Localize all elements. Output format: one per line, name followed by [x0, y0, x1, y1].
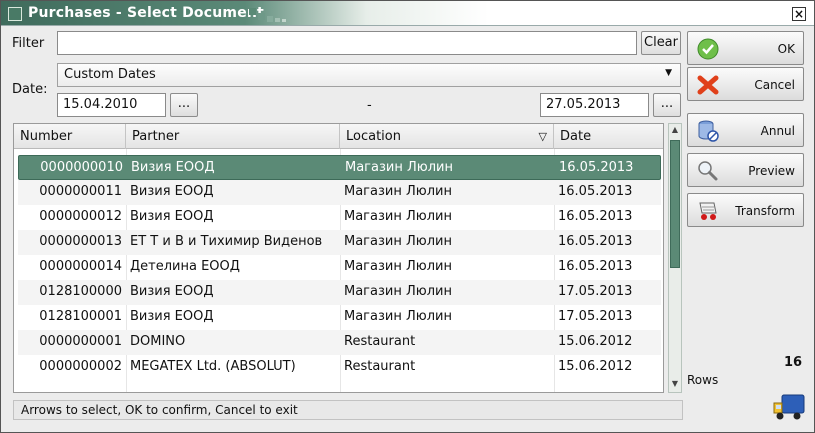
date-mode-select[interactable]: Custom Dates ▼	[57, 63, 681, 87]
cell-number: 0000000010	[40, 160, 123, 175]
cell-date: 16.05.2013	[558, 234, 633, 249]
preview-button[interactable]: Preview	[687, 153, 804, 187]
cell-partner: DOMINO	[130, 334, 186, 349]
table-row[interactable]: 0128100001 Визия ЕООД Магазин Люлин 17.05.2…	[18, 305, 661, 330]
cell-date: 16.05.2013	[558, 184, 633, 199]
cell-location: Магазин Люлин	[345, 160, 453, 175]
column-header-date[interactable]: Date	[554, 124, 663, 149]
documents-table[interactable]: Number Partner Location ▽ Date 000000001…	[13, 123, 664, 393]
cell-number: 0000000001	[39, 334, 122, 349]
table-row[interactable]: 0000000001 DOMINO Restaurant 15.06.2012	[18, 330, 661, 355]
cell-location: Магазин Люлин	[344, 284, 452, 299]
cell-number: 0000000013	[39, 234, 122, 249]
status-bar: Arrows to select, OK to confirm, Cancel …	[13, 400, 683, 420]
title-decoration	[249, 8, 287, 22]
scroll-up-icon[interactable]: ▲	[669, 125, 681, 137]
cell-partner: MEGATEX Ltd. (ABSOLUT)	[130, 359, 296, 374]
cell-number: 0000000011	[39, 184, 122, 199]
date-to-browse-button[interactable]: ...	[653, 93, 681, 117]
table-row[interactable]: 0000000010 Визия ЕООД Магазин Люлин 16.05.2…	[18, 155, 661, 180]
annul-label: Annul	[760, 124, 795, 138]
scroll-down-icon[interactable]: ▼	[669, 379, 681, 391]
table-row[interactable]: 0000000013 ЕТ Т и В и Тихимир Виденов Мага…	[18, 230, 661, 255]
date-separator: -	[367, 98, 372, 113]
cancel-label: Cancel	[754, 78, 795, 92]
cell-partner: Визия ЕООД	[131, 160, 215, 175]
cell-location: Магазин Люлин	[344, 309, 452, 324]
cell-date: 17.05.2013	[558, 284, 633, 299]
cell-date: 16.05.2013	[558, 259, 633, 274]
table-row[interactable]: 0000000014 Детелина ЕООД Магазин Люлин 16.0…	[18, 255, 661, 280]
window-title: Purchases - Select Document	[28, 5, 264, 21]
close-button[interactable]: ×	[792, 7, 806, 21]
table-row[interactable]: 0000000002 MEGATEX Ltd. (ABSOLUT) Restaura…	[18, 355, 661, 380]
cell-date: 15.06.2012	[558, 334, 633, 349]
cell-partner: ЕТ Т и В и Тихимир Виденов	[130, 234, 323, 249]
preview-label: Preview	[748, 164, 795, 178]
cell-number: 0128100000	[39, 284, 122, 299]
cell-date: 16.05.2013	[559, 160, 634, 175]
cross-icon	[697, 75, 719, 95]
column-header-number[interactable]: Number	[14, 124, 126, 149]
date-from-browse-button[interactable]: ...	[170, 93, 198, 117]
date-to-field[interactable]: 27.05.2013	[540, 93, 649, 117]
cell-location: Магазин Люлин	[344, 259, 452, 274]
transform-label: Transform	[735, 204, 795, 218]
cell-partner: Визия ЕООД	[130, 284, 214, 299]
checkmark-icon	[697, 38, 719, 60]
ok-button[interactable]: OK	[687, 31, 804, 65]
cell-number: 0000000012	[39, 209, 122, 224]
cell-number: 0128100001	[39, 309, 122, 324]
cancel-button[interactable]: Cancel	[687, 67, 804, 101]
window-icon	[8, 7, 22, 21]
cell-location: Restaurant	[344, 334, 416, 349]
table-scrollbar[interactable]: ▲ ▼	[668, 123, 682, 393]
date-label: Date:	[12, 82, 48, 97]
column-header-location-label: Location	[346, 129, 401, 144]
table-row[interactable]: 0000000011 Визия ЕООД Магазин Люлин 16.05.2…	[18, 180, 661, 205]
cell-location: Магазин Люлин	[344, 234, 452, 249]
sort-descending-icon: ▽	[538, 130, 547, 143]
cell-partner: Визия ЕООД	[130, 309, 214, 324]
cell-number: 0000000002	[39, 359, 122, 374]
table-row[interactable]: 0128100000 Визия ЕООД Магазин Люлин 17.05.2…	[18, 280, 661, 305]
column-header-partner[interactable]: Partner	[126, 124, 340, 149]
cell-date: 17.05.2013	[558, 309, 633, 324]
cell-partner: Детелина ЕООД	[130, 259, 240, 274]
date-mode-value: Custom Dates	[64, 67, 156, 82]
column-header-location[interactable]: Location ▽	[340, 124, 554, 149]
rows-count: 16	[784, 355, 803, 370]
cell-partner: Визия ЕООД	[130, 209, 214, 224]
magnifier-icon	[698, 161, 718, 181]
date-from-field[interactable]: 15.04.2010	[57, 93, 166, 117]
cell-location: Магазин Люлин	[344, 209, 452, 224]
cell-location: Restaurant	[344, 359, 416, 374]
rows-label: Rows	[687, 373, 719, 387]
table-header: Number Partner Location ▽ Date	[14, 124, 663, 149]
cell-partner: Визия ЕООД	[130, 184, 214, 199]
cell-number: 0000000014	[39, 259, 122, 274]
filter-input[interactable]	[57, 31, 637, 55]
annul-button[interactable]: Annul	[687, 113, 804, 147]
scrollbar-thumb[interactable]	[670, 140, 680, 268]
clear-button[interactable]: Clear	[641, 31, 681, 55]
cell-location: Магазин Люлин	[344, 184, 452, 199]
table-row[interactable]: 0000000012 Визия ЕООД Магазин Люлин 16.05.2…	[18, 205, 661, 230]
ok-label: OK	[777, 42, 795, 56]
transform-button[interactable]: Transform	[687, 193, 804, 227]
filter-label: Filter	[12, 36, 45, 51]
truck-icon	[773, 394, 805, 420]
chevron-down-icon: ▼	[665, 68, 672, 78]
cart-transform-icon	[699, 202, 717, 220]
title-bar[interactable]: Purchases - Select Document ×	[1, 1, 814, 26]
select-document-dialog: Purchases - Select Document × Filter Cle…	[0, 0, 815, 433]
cell-date: 16.05.2013	[558, 209, 633, 224]
database-annul-icon	[698, 120, 719, 142]
cell-date: 15.06.2012	[558, 359, 633, 374]
